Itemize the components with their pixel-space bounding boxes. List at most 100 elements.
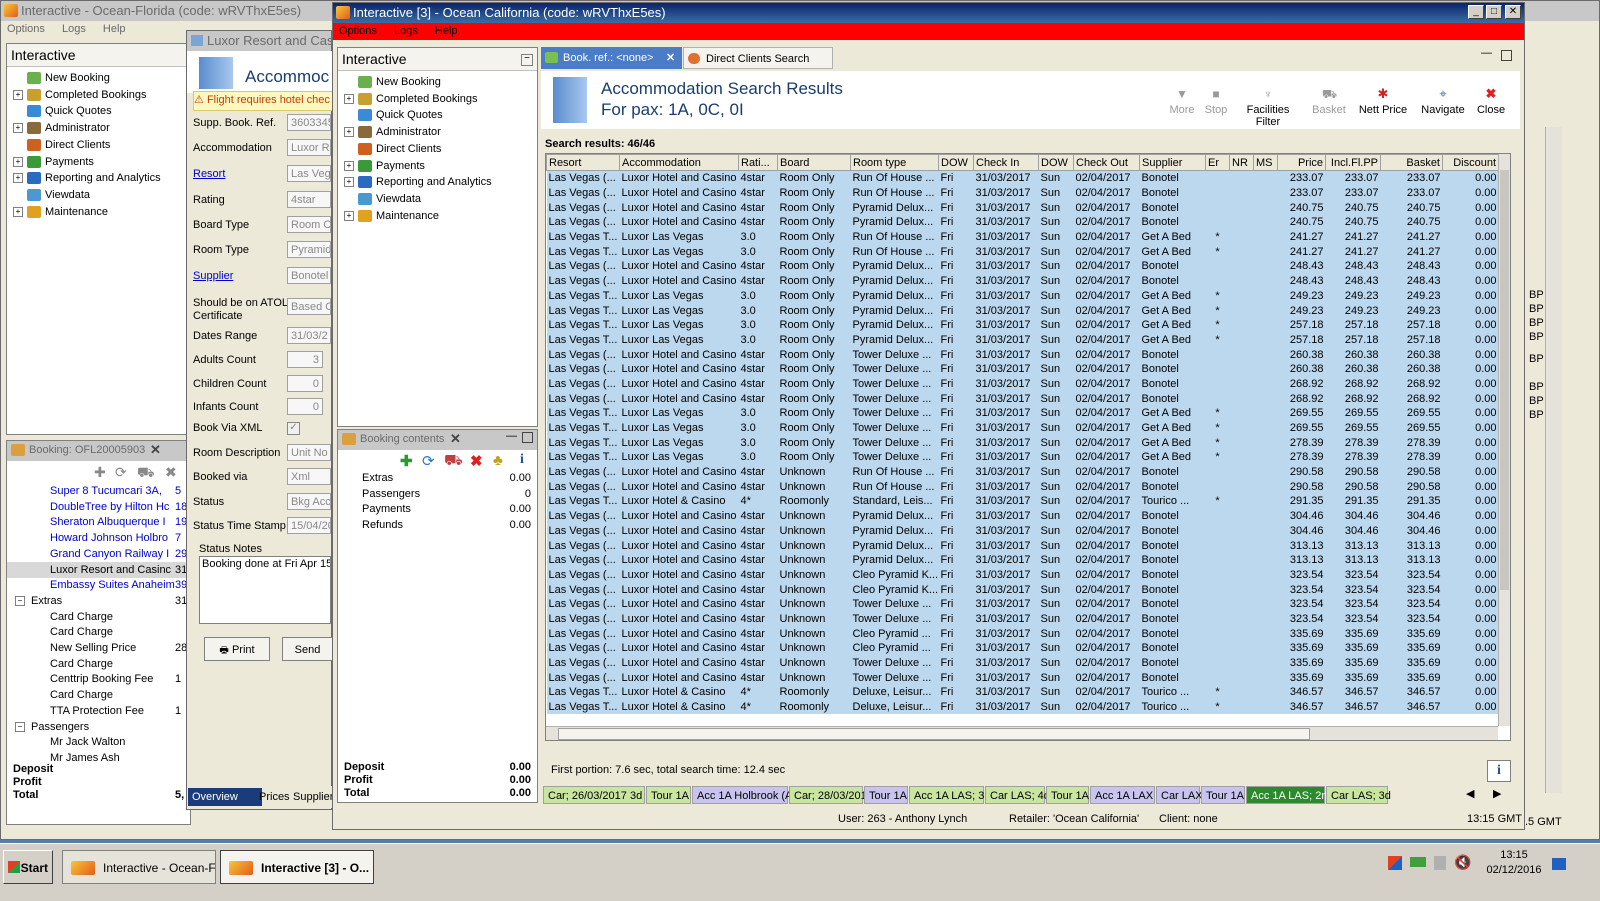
expand-icon[interactable]: + xyxy=(344,160,354,171)
booking-list-item[interactable]: − Extras 31 xyxy=(7,593,190,609)
form-field[interactable]: 31/03/2 xyxy=(287,327,331,344)
basket-icon[interactable]: ⛟ xyxy=(444,452,463,471)
table-row[interactable]: Las Vegas T... Luxor Las Vegas 3.0 Room Onl… xyxy=(546,420,1499,436)
info-icon[interactable]: i xyxy=(520,452,524,468)
contents-row[interactable]: Passengers 0 xyxy=(338,488,537,503)
itinerary-tab[interactable]: Acc 1A Holbrook (AZ) xyxy=(692,786,803,804)
table-row[interactable]: Las Vegas (... Luxor Hotel and Casino 4sta… xyxy=(546,567,1499,583)
booking-list-item[interactable]: Sheraton Albuquerque I 19 xyxy=(7,514,190,530)
table-row[interactable]: Las Vegas T... Luxor Las Vegas 3.0 Room Onl… xyxy=(546,317,1499,333)
grid-hscroll-thumb[interactable] xyxy=(558,728,1310,740)
table-row[interactable]: Las Vegas T... Luxor Las Vegas 3.0 Room Onl… xyxy=(546,288,1499,304)
table-row[interactable]: Las Vegas T... Luxor Las Vegas 3.0 Room Onl… xyxy=(546,332,1499,348)
nav-item[interactable]: + Reporting and Analytics xyxy=(13,170,161,186)
column-header[interactable]: Discount xyxy=(1442,154,1499,171)
table-row[interactable]: Las Vegas T... Luxor Hotel & Casino 4* Room… xyxy=(546,699,1499,715)
table-row[interactable]: Las Vegas (... Luxor Hotel and Casino 4sta… xyxy=(546,215,1499,230)
column-header[interactable]: Incl.Fl.PP xyxy=(1325,154,1381,171)
basket-button[interactable]: ⛟ Basket xyxy=(1311,87,1347,116)
column-header[interactable]: Rati... xyxy=(738,154,778,171)
booking-list-item[interactable]: Luxor Resort and Casinc 31 xyxy=(7,561,190,578)
nav-item[interactable]: + Completed Bookings xyxy=(13,87,147,103)
expand-icon[interactable]: + xyxy=(344,210,354,221)
table-row[interactable]: Las Vegas (... Luxor Hotel and Casino 4sta… xyxy=(546,361,1499,377)
nav-item[interactable]: New Booking xyxy=(344,74,441,90)
column-header[interactable]: MS xyxy=(1253,154,1278,171)
booking-contents-tab[interactable]: Booking contents xyxy=(360,433,444,445)
print-button[interactable]: 🖶 Print xyxy=(204,637,270,661)
form-field[interactable]: 4star xyxy=(287,191,331,208)
itinerary-tab[interactable]: Car LAS; 4d xyxy=(985,786,1050,804)
nav-item[interactable]: + Administrator xyxy=(344,124,441,140)
itinerary-tab[interactable]: Tour 1A xyxy=(864,786,908,804)
nav-item[interactable]: + Payments xyxy=(13,154,94,170)
nav-item[interactable]: + Completed Bookings xyxy=(344,91,478,107)
column-header[interactable]: DOW xyxy=(938,154,974,171)
expand-icon[interactable]: + xyxy=(13,206,23,217)
form-label[interactable]: Resort xyxy=(193,168,225,180)
nav-item[interactable]: + Maintenance xyxy=(13,204,108,220)
expand-icon[interactable]: + xyxy=(344,177,354,188)
table-row[interactable]: Las Vegas (... Luxor Hotel and Casino 4sta… xyxy=(546,582,1499,597)
column-header[interactable]: DOW xyxy=(1038,154,1074,171)
expand-icon[interactable]: + xyxy=(344,93,354,104)
booking-list-item[interactable]: Card Charge xyxy=(7,609,190,625)
form-field[interactable]: Bonotel xyxy=(287,267,331,284)
booking-list-item[interactable]: Grand Canyon Railway I 29 xyxy=(7,546,190,562)
itinerary-tab[interactable]: Acc 1A LAS; 2n xyxy=(1246,786,1327,804)
task-ocean-california[interactable]: Interactive [3] - O... xyxy=(220,850,374,884)
booking-list-item[interactable]: Mr Jack Walton xyxy=(7,734,190,750)
table-row[interactable]: Las Vegas (... Luxor Hotel and Casino 4sta… xyxy=(546,523,1499,539)
navigate-button[interactable]: ⌖ Navigate xyxy=(1419,87,1467,117)
form-field[interactable]: Las Vega xyxy=(287,165,331,182)
table-row[interactable]: Las Vegas T... Luxor Las Vegas 3.0 Room Onl… xyxy=(546,244,1499,260)
tab-overview[interactable]: Overview xyxy=(188,788,262,806)
minimize-button[interactable]: _ xyxy=(1468,5,1484,19)
collapse-icon[interactable]: − xyxy=(15,595,25,606)
booking-list-item[interactable]: TTA Protection Fee 1 xyxy=(7,703,190,719)
stop-button[interactable]: ■ Stop xyxy=(1201,87,1231,116)
itinerary-tab[interactable]: Acc 1A LAS; 3n xyxy=(909,786,990,804)
maximize-button[interactable]: □ xyxy=(1486,5,1502,19)
booking-list-item[interactable]: DoubleTree by Hilton Hc 18 xyxy=(7,499,190,515)
column-header[interactable]: Resort xyxy=(546,154,620,171)
nav-item[interactable]: + Maintenance xyxy=(344,208,439,224)
column-header[interactable]: Er xyxy=(1205,154,1230,171)
maximize-icon[interactable] xyxy=(522,432,533,443)
table-row[interactable]: Las Vegas T... Luxor Las Vegas 3.0 Room Onl… xyxy=(546,450,1499,465)
table-row[interactable]: Las Vegas T... Luxor Las Vegas 3.0 Room Onl… xyxy=(546,229,1499,245)
table-row[interactable]: Las Vegas (... Luxor Hotel and Casino 4sta… xyxy=(546,611,1499,627)
table-row[interactable]: Las Vegas (... Luxor Hotel and Casino 4sta… xyxy=(546,464,1499,480)
tray-app-icon[interactable] xyxy=(1388,856,1402,870)
column-header[interactable]: Board xyxy=(777,154,851,171)
form-field[interactable]: Pyramid xyxy=(287,241,331,258)
form-field[interactable]: Bkg Acco xyxy=(287,493,331,510)
network-icon[interactable] xyxy=(1410,857,1426,867)
table-row[interactable]: Las Vegas (... Luxor Hotel and Casino 4sta… xyxy=(546,170,1499,186)
add-icon[interactable]: ✚ xyxy=(94,464,106,481)
expand-icon[interactable]: + xyxy=(13,89,23,100)
column-header[interactable]: Supplier xyxy=(1139,154,1206,171)
booking-list-item[interactable]: Card Charge xyxy=(7,624,190,640)
menu-logs[interactable]: Logs xyxy=(394,25,418,37)
more-button[interactable]: ▼ More xyxy=(1165,87,1199,116)
contents-row[interactable]: Refunds 0.00 xyxy=(338,519,537,534)
booking-list-item[interactable]: New Selling Price 28 xyxy=(7,640,190,656)
booking-list-item[interactable]: Super 8 Tucumcari 3A, 5 xyxy=(7,483,190,499)
table-row[interactable]: Las Vegas (... Luxor Hotel and Casino 4sta… xyxy=(546,596,1499,612)
nav-item[interactable]: New Booking xyxy=(13,70,110,86)
table-row[interactable]: Las Vegas T... Luxor Las Vegas 3.0 Room Onl… xyxy=(546,435,1499,451)
form-field[interactable]: Xml xyxy=(287,468,331,485)
form-field[interactable]: 15/04/20 xyxy=(287,517,331,534)
nav-item[interactable]: + Payments xyxy=(344,158,425,174)
booking-list-item[interactable]: Card Charge xyxy=(7,656,190,672)
atol-field[interactable]: Based O xyxy=(287,298,331,315)
tab-prices[interactable]: Prices xyxy=(255,788,294,806)
expand-icon[interactable]: + xyxy=(13,173,23,184)
itinerary-tab[interactable]: Acc 1A LAX xyxy=(1090,786,1155,804)
nav-item[interactable]: + Administrator xyxy=(13,120,110,136)
task-ocean-florida[interactable]: Interactive - Ocean-F... xyxy=(62,850,216,884)
device-icon[interactable] xyxy=(1434,856,1446,870)
column-header[interactable]: Room type xyxy=(850,154,939,171)
menu-help[interactable]: Help xyxy=(103,23,126,35)
